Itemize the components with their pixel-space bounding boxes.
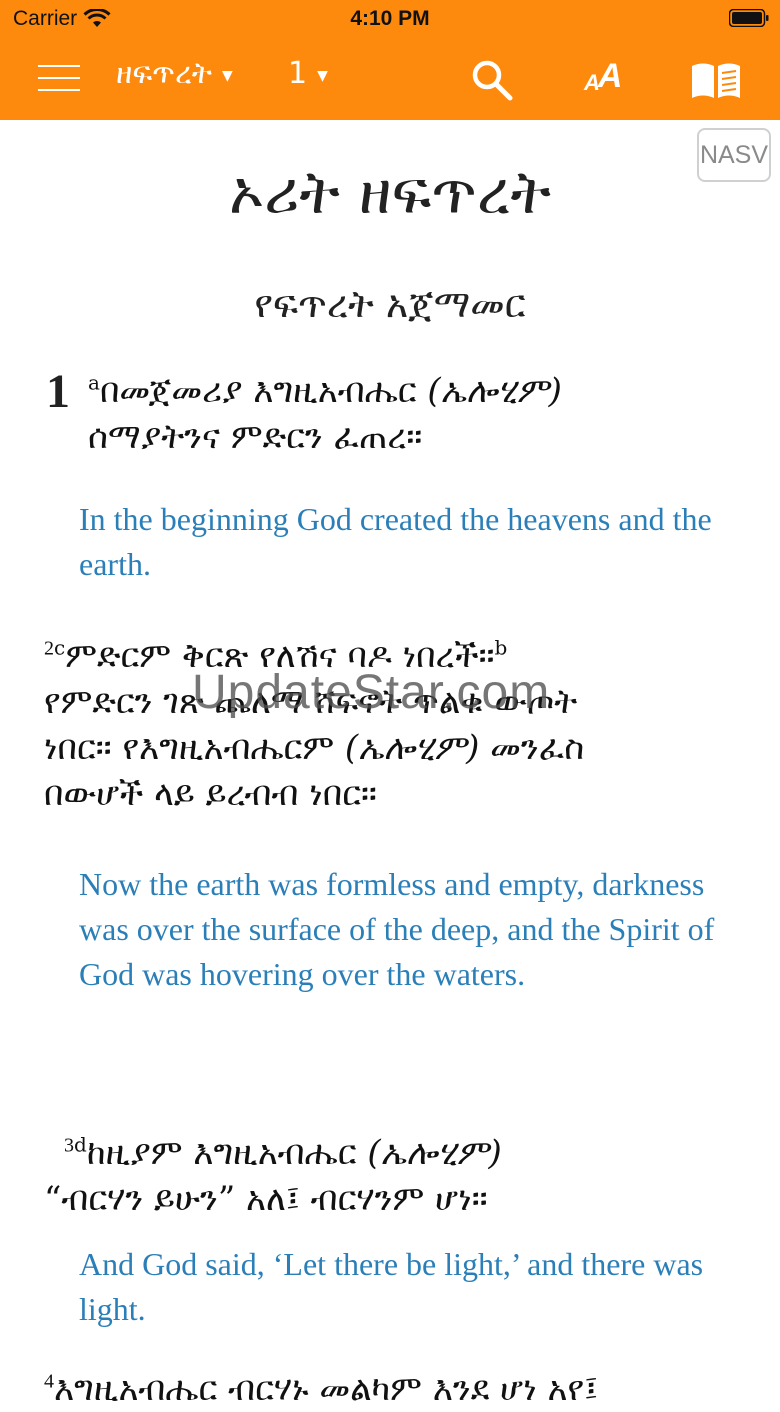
verse-text: ሰማያትንና ምድርን ፈጠረ። [88,417,423,457]
book-name: ዘፍጥረት [116,56,213,91]
verse-text: መንፈስ [479,728,585,768]
verse-text: “ብርሃን ይሁን” አለ፤ ብርሃንም ሆነ። [44,1179,488,1219]
font-big-glyph: A [597,57,623,95]
footnote-mark[interactable]: a [88,371,100,395]
footnote-mark[interactable]: b [495,636,508,660]
book-icon[interactable] [689,58,743,102]
chapter-selector[interactable]: 1 ▼ [288,56,328,91]
nav-bar: ዘፍጥረት ▼ 1 ▼ A A [0,40,780,120]
verse-text: ከዚያም እግዚአብሔር [86,1133,368,1173]
book-title: ኦሪት ዘፍጥረት [229,158,551,228]
verse-4-amharic: 4እግዚአብሔር ብርሃኑ መልካም እንደ ሆነ አየ፤ [44,1366,764,1412]
section-heading: የፍጥረት አጀማመር [254,282,526,326]
status-bar: Carrier 4:10 PM [0,0,780,40]
verse-2-amharic: 2cምድርም ቅርጽ የለሽና ባዶ ነበረች።b የምድርን ገጽ ጨለማ ሸ… [44,633,744,817]
watermark: UpdateStar.com [192,666,551,719]
verse-italic: (ኤሎሂም) [367,1133,502,1173]
chapter-number-large: 1 [46,365,70,418]
verse-italic: (ኤሎሂም) [344,728,480,768]
footnote-mark[interactable]: d [74,1133,87,1157]
verse-text: በውሆች ላይ ይረብብ ነበር። [44,774,377,814]
verse-text: ነበር። የእግዚአብሔርም [44,728,345,768]
verse-1-english: In the beginning God created the heavens… [79,501,712,582]
footnote-mark[interactable]: c [54,636,65,660]
verse-number: 2 [44,637,54,660]
verse-italic: (ኤሎሂም) [427,371,562,411]
menu-icon[interactable] [38,62,80,94]
battery-icon [729,9,769,27]
verse-3-english: And God said, ‘Let there be light,’ and … [79,1246,704,1327]
verse-number: 4 [44,1370,54,1393]
verse-text: በመጀመሪያ እግዚአብሔር [99,371,428,411]
chapter-number: 1 [288,56,308,91]
font-size-icon[interactable]: A A [584,56,622,96]
book-selector[interactable]: ዘፍጥረት ▼ [116,56,233,91]
status-time: 4:10 PM [350,7,430,30]
book-caret-icon: ▼ [222,67,233,84]
chapter-caret-icon: ▼ [317,67,328,84]
verse-1-amharic: aበመጀመሪያ እግዚአብሔር (ኤሎሂም) ሰማያትንና ምድርን ፈጠረ። [88,368,768,460]
verse-2-english: Now the earth was formless and empty, da… [79,866,715,992]
search-icon[interactable] [470,58,514,102]
verse-3-amharic: 3dከዚያም እግዚአብሔር (ኤሎሂም) “ብርሃን ይሁን” አለ፤ ብርሃ… [44,1130,744,1222]
verse-number: 3 [64,1134,74,1157]
verse-text: እግዚአብሔር ብርሃኑ መልካም እንደ ሆነ አየ፤ [54,1369,599,1409]
